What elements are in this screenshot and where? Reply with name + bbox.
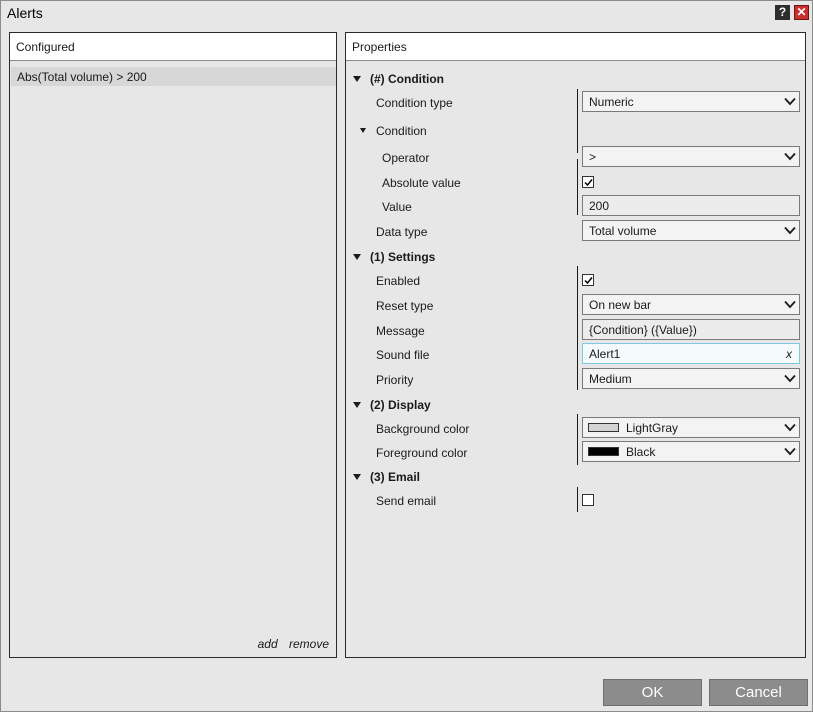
priority-row: Priority Medium <box>346 368 805 391</box>
operator-row: Operator > <box>346 146 805 169</box>
background-color-value: LightGray <box>626 421 679 435</box>
chevron-down-icon <box>784 300 796 309</box>
configured-panel: Configured Abs(Total volume) > 200 add r… <box>9 32 337 658</box>
message-row: Message {Condition} ({Value}) <box>346 319 805 341</box>
collapse-arrow-icon[interactable] <box>353 254 361 260</box>
priority-value: Medium <box>589 372 632 386</box>
ok-button[interactable]: OK <box>603 679 702 706</box>
sound-file-row: Sound file Alert1 x <box>346 343 805 365</box>
foreground-color-value: Black <box>626 445 656 459</box>
checkmark-icon <box>584 277 593 285</box>
reset-type-select[interactable]: On new bar <box>582 294 800 315</box>
enabled-checkbox[interactable] <box>582 274 594 286</box>
condition-type-label: Condition type <box>376 96 453 110</box>
absolute-value-label: Absolute value <box>382 176 461 190</box>
title-bar[interactable]: Alerts ? ✕ <box>1 1 812 25</box>
reset-type-row: Reset type On new bar <box>346 294 805 317</box>
collapse-arrow-icon[interactable] <box>353 76 361 82</box>
foreground-color-select[interactable]: Black <box>582 441 800 462</box>
background-color-select[interactable]: LightGray <box>582 417 800 438</box>
chevron-down-icon <box>784 447 796 456</box>
category-title: (1) Settings <box>370 250 436 264</box>
value-input[interactable]: 200 <box>582 195 800 216</box>
properties-title: Properties <box>352 40 407 54</box>
category-title: (2) Display <box>370 398 431 412</box>
category-title: (3) Email <box>370 470 421 484</box>
collapse-arrow-icon[interactable] <box>353 474 361 480</box>
enabled-row: Enabled <box>346 273 805 289</box>
value-text: 200 <box>589 199 610 213</box>
configured-actions: add remove <box>250 637 329 651</box>
priority-label: Priority <box>376 373 414 387</box>
data-type-select[interactable]: Total volume <box>582 220 800 241</box>
category-title: (#) Condition <box>370 72 444 86</box>
remove-link[interactable]: remove <box>289 637 329 651</box>
data-type-row: Data type Total volume <box>346 220 805 243</box>
operator-label: Operator <box>382 151 430 165</box>
condition-type-row: Condition type Numeric <box>346 91 805 114</box>
chevron-down-icon <box>784 374 796 383</box>
message-input[interactable]: {Condition} ({Value}) <box>582 319 800 340</box>
reset-type-label: Reset type <box>376 299 434 313</box>
foreground-color-label: Foreground color <box>376 446 468 460</box>
send-email-checkbox[interactable] <box>582 494 594 506</box>
send-email-row: Send email <box>346 493 805 509</box>
configured-title: Configured <box>16 40 75 54</box>
chevron-down-icon <box>784 152 796 161</box>
category-settings[interactable]: (1) Settings <box>346 250 805 266</box>
background-color-row: Background color LightGray <box>346 417 805 440</box>
absolute-value-row: Absolute value <box>346 175 805 191</box>
background-color-label: Background color <box>376 422 470 436</box>
category-email[interactable]: (3) Email <box>346 470 805 486</box>
checkmark-icon <box>584 179 593 187</box>
reset-type-value: On new bar <box>589 298 652 312</box>
subgroup-title: Condition <box>376 124 427 138</box>
condition-type-select[interactable]: Numeric <box>582 91 800 112</box>
properties-panel: Properties (#) Condition Condition type … <box>345 32 806 658</box>
operator-select[interactable]: > <box>582 146 800 167</box>
operator-value: > <box>589 150 597 164</box>
configured-alert-item[interactable]: Abs(Total volume) > 200 <box>11 67 336 86</box>
configured-header: Configured <box>10 33 336 61</box>
chevron-down-icon <box>784 97 796 106</box>
chevron-down-icon <box>784 423 796 432</box>
category-display[interactable]: (2) Display <box>346 398 805 414</box>
data-type-value: Total volume <box>589 224 657 238</box>
sound-file-input[interactable]: Alert1 x <box>582 343 800 364</box>
sound-file-label: Sound file <box>376 348 430 362</box>
data-type-label: Data type <box>376 225 428 239</box>
properties-header: Properties <box>346 33 805 61</box>
message-text: {Condition} ({Value}) <box>589 323 697 337</box>
help-icon[interactable]: ? <box>775 5 790 20</box>
alerts-dialog: Alerts ? ✕ Configured Abs(Total volume) … <box>0 0 813 712</box>
priority-select[interactable]: Medium <box>582 368 800 389</box>
send-email-label: Send email <box>376 494 437 508</box>
category-condition[interactable]: (#) Condition <box>346 72 805 88</box>
collapse-arrow-icon[interactable] <box>360 128 366 133</box>
value-label: Value <box>382 200 412 214</box>
add-link[interactable]: add <box>258 637 278 651</box>
window-title: Alerts <box>7 5 43 21</box>
color-swatch <box>588 423 619 432</box>
subgroup-condition[interactable]: Condition <box>346 124 805 140</box>
cancel-button[interactable]: Cancel <box>709 679 808 706</box>
collapse-arrow-icon[interactable] <box>353 402 361 408</box>
message-label: Message <box>376 324 425 338</box>
color-swatch <box>588 447 619 456</box>
enabled-label: Enabled <box>376 274 421 288</box>
value-row: Value 200 <box>346 195 805 217</box>
sound-file-text: Alert1 <box>589 347 621 361</box>
clear-icon[interactable]: x <box>786 347 792 361</box>
absolute-value-checkbox[interactable] <box>582 176 594 188</box>
condition-type-value: Numeric <box>589 95 634 109</box>
close-icon[interactable]: ✕ <box>794 5 809 20</box>
chevron-down-icon <box>784 226 796 235</box>
foreground-color-row: Foreground color Black <box>346 441 805 464</box>
